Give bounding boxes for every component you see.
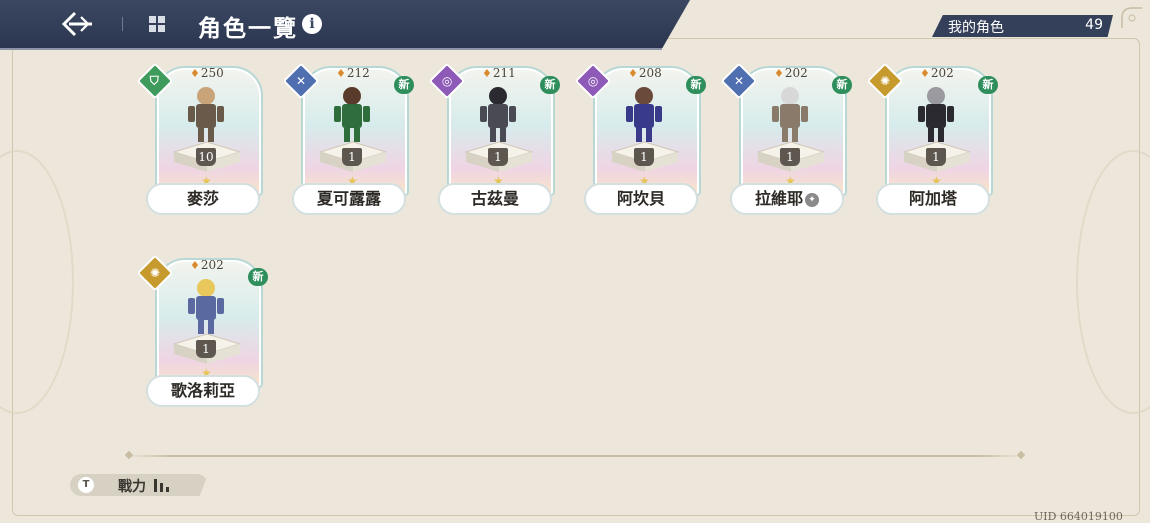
flame-icon: ♦: [190, 259, 200, 272]
character-name: 麥莎: [186, 189, 219, 208]
character-sprite: [772, 87, 808, 142]
user-id-label: UID 664019100: [1034, 510, 1123, 523]
character-card[interactable]: ◎ ♦211 新 1 ★ 古茲曼: [428, 60, 560, 220]
info-icon[interactable]: i: [302, 14, 322, 34]
power-value: ♦212: [336, 66, 370, 80]
new-badge: 新: [540, 76, 560, 94]
level-badge: 1: [926, 148, 946, 166]
character-card[interactable]: ✺ ♦202 新 1 ★ 阿加塔: [866, 60, 998, 220]
flame-icon: ♦: [628, 67, 638, 80]
header-separator: [122, 17, 123, 31]
character-name: 阿加塔: [908, 189, 957, 208]
header-edge: [0, 48, 662, 50]
sort-icon: T: [78, 477, 94, 493]
level-badge: 1: [488, 148, 508, 166]
character-sprite: [918, 87, 954, 142]
right-ornament: [1076, 150, 1150, 414]
character-name: 夏可露露: [316, 189, 381, 208]
counter-value: 49: [1085, 17, 1103, 33]
new-badge: 新: [686, 76, 706, 94]
new-badge: 新: [978, 76, 998, 94]
sort-label: 戰力: [118, 479, 146, 495]
corner-ornament-icon: [1121, 7, 1142, 28]
character-name: 歌洛莉亞: [170, 381, 235, 400]
character-sprite: [480, 87, 516, 142]
power-value: ♦202: [920, 66, 954, 80]
level-badge: 10: [196, 148, 216, 166]
power-value: ♦250: [190, 66, 224, 80]
character-card[interactable]: ✺ ♦202 新 1 ★ 歌洛莉亞: [136, 252, 268, 412]
level-badge: 1: [634, 148, 654, 166]
section-divider: [126, 455, 1024, 457]
new-badge: 新: [832, 76, 852, 94]
level-badge: 1: [780, 148, 800, 166]
character-sprite: [626, 87, 662, 142]
flame-icon: ♦: [336, 67, 346, 80]
character-name-plate: 歌洛莉亞: [146, 375, 260, 407]
back-button[interactable]: [58, 8, 98, 40]
character-name-plate: 古茲曼: [438, 183, 552, 215]
new-badge: 新: [394, 76, 414, 94]
new-badge: 新: [248, 268, 268, 286]
header-bar: [0, 0, 690, 48]
power-value: ♦208: [628, 66, 662, 80]
back-arrow-icon: [61, 11, 92, 37]
character-name-plate: 拉維耶 ✦: [730, 183, 844, 215]
character-name-plate: 麥莎: [146, 183, 260, 215]
character-card[interactable]: ✕ ♦202 新 1 ★ 拉維耶 ✦: [720, 60, 852, 220]
bar-chart-icon: [154, 479, 169, 492]
character-sprite: [188, 279, 224, 334]
power-value: ♦202: [774, 66, 808, 80]
counter-label: 我的角色: [948, 20, 1004, 36]
character-name-plate: 阿坎貝: [584, 183, 698, 215]
special-badge-icon: ✦: [805, 193, 819, 207]
flame-icon: ♦: [482, 67, 492, 80]
character-card[interactable]: ✕ ♦212 新 1 ★ 夏可露露: [282, 60, 414, 220]
character-name: 古茲曼: [470, 189, 519, 208]
character-sprite: [334, 87, 370, 142]
flame-icon: ♦: [920, 67, 930, 80]
flame-icon: ♦: [190, 67, 200, 80]
character-card[interactable]: ◎ ♦208 新 1 ★ 阿坎貝: [574, 60, 706, 220]
level-badge: 1: [342, 148, 362, 166]
character-name-plate: 阿加塔: [876, 183, 990, 215]
character-card[interactable]: ⛉ ♦250 10 ★ 麥莎: [136, 60, 268, 220]
page-title: 角色一覽: [198, 15, 298, 42]
left-ornament: [0, 150, 74, 414]
power-value: ♦211: [482, 66, 516, 80]
sort-by-power-button[interactable]: T 戰力: [70, 474, 208, 496]
character-name: 拉維耶: [754, 189, 803, 208]
flame-icon: ♦: [774, 67, 784, 80]
character-count-badge: 我的角色 49: [932, 15, 1113, 37]
level-badge: 1: [196, 340, 216, 358]
power-value: ♦202: [190, 258, 224, 272]
character-list-icon: [149, 16, 165, 32]
character-name: 阿坎貝: [616, 189, 665, 208]
character-sprite: [188, 87, 224, 142]
character-name-plate: 夏可露露: [292, 183, 406, 215]
